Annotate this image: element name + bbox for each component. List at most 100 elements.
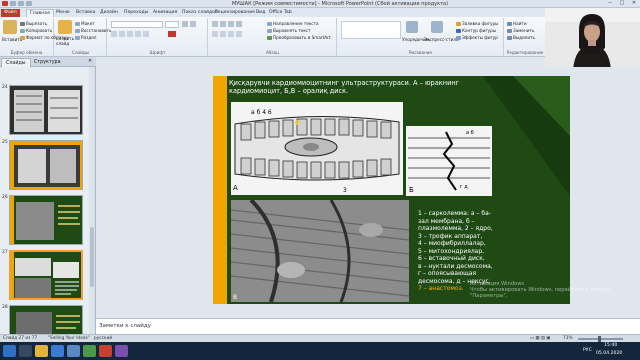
align-center-icon[interactable]: [220, 31, 226, 37]
start-icon[interactable]: [3, 345, 16, 357]
figure-v[interactable]: В: [231, 200, 409, 302]
tab-outline[interactable]: Структура: [30, 58, 65, 67]
copy-button[interactable]: Копировать: [20, 28, 52, 33]
replace-icon: [507, 29, 512, 33]
clock-time[interactable]: 15:40: [604, 343, 617, 348]
thumb-number: 28: [2, 305, 8, 310]
align-text-button[interactable]: Выровнять текст: [267, 28, 311, 33]
copy-icon: [20, 29, 25, 33]
watermark-line: "Параметры".: [470, 293, 508, 299]
app-icon[interactable]: [83, 345, 96, 357]
pane-tabs: Слайды Структура ✕: [0, 57, 96, 67]
select-button[interactable]: Выделить: [507, 35, 535, 40]
slide-thumbnail[interactable]: [9, 85, 83, 135]
tab-design[interactable]: Дизайн: [97, 9, 121, 17]
italic-icon[interactable]: [119, 31, 125, 37]
tab-file[interactable]: Файл: [1, 9, 20, 17]
quick-styles-button[interactable]: Экспресс-стили: [424, 37, 459, 42]
close-button[interactable]: ✕: [628, 0, 640, 6]
language-status[interactable]: русский: [94, 336, 112, 341]
align-right-icon[interactable]: [228, 31, 234, 37]
slide-thumbnail-pane: 24 25 26 27 28: [0, 67, 96, 334]
shapes-gallery[interactable]: [341, 21, 401, 39]
increase-indent-icon[interactable]: [236, 21, 242, 27]
shape-outline-button[interactable]: Контур фигуры: [456, 28, 496, 33]
notes-pane[interactable]: Заметки к слайду: [96, 318, 640, 334]
thumb-number: 25: [2, 140, 8, 145]
slide-thumbnail[interactable]: [9, 195, 83, 245]
maximize-button[interactable]: □: [616, 0, 628, 6]
bullets-icon[interactable]: [212, 21, 218, 27]
smartart-button[interactable]: Преобразовать в SmartArt: [267, 35, 331, 40]
minimize-button[interactable]: ─: [604, 0, 616, 6]
underline-icon[interactable]: [127, 31, 133, 37]
align-left-icon[interactable]: [212, 31, 218, 37]
input-language[interactable]: РУС: [583, 348, 592, 353]
shape-fill-button[interactable]: Заливка фигуры: [456, 21, 499, 26]
app-icon[interactable]: [115, 345, 128, 357]
tab-menu[interactable]: Меню: [53, 9, 73, 17]
figure-a-label: А: [233, 184, 238, 192]
tab-home[interactable]: Главная: [26, 9, 54, 17]
tab-animation[interactable]: Анимация: [150, 9, 180, 17]
paste-icon[interactable]: [3, 20, 17, 34]
clock-date[interactable]: 05.04.2020: [596, 351, 622, 356]
pane-scrollbar[interactable]: [89, 67, 95, 334]
slide-thumbnail[interactable]: [9, 305, 83, 334]
slide-thumbnail-selected[interactable]: [9, 250, 83, 300]
justify-icon[interactable]: [236, 31, 242, 37]
numbering-icon[interactable]: [220, 21, 226, 27]
layout-button[interactable]: Макет: [75, 21, 95, 26]
quick-styles-icon[interactable]: [431, 21, 443, 33]
strikethrough-icon[interactable]: [135, 31, 141, 37]
browser-icon[interactable]: [51, 345, 64, 357]
section-label: Раздел: [81, 35, 97, 40]
tab-office-tab[interactable]: Office Tab: [266, 9, 295, 17]
shape-effects-button[interactable]: Эффекты фигур: [456, 35, 498, 40]
copy-label: Копировать: [26, 28, 53, 33]
file-explorer-icon[interactable]: [35, 345, 48, 357]
legend-line: в – нуктали десмосома,: [418, 262, 493, 270]
zoom-level[interactable]: 71%: [563, 336, 573, 341]
shadow-icon[interactable]: [143, 31, 149, 37]
new-slide-icon[interactable]: [58, 20, 72, 34]
shrink-font-icon[interactable]: [190, 21, 196, 27]
replace-button[interactable]: Заменить: [507, 28, 534, 33]
status-bar: Слайд 27 из 77 "Selling Your Ideas" русс…: [0, 334, 640, 342]
theme-name: "Selling Your Ideas": [48, 336, 90, 341]
font-size-select[interactable]: [165, 21, 179, 28]
arrange-icon[interactable]: [406, 21, 418, 33]
reset-button[interactable]: Восстановить: [75, 28, 111, 33]
slide-thumbnail[interactable]: [9, 140, 83, 190]
view-buttons[interactable]: ▭ ▦ ▤ ▣: [530, 336, 550, 341]
find-button[interactable]: Найти: [507, 21, 527, 26]
slide-title[interactable]: Қисқарувчи кардиомиоцитнинг ультраструкт…: [229, 79, 484, 95]
app-icon[interactable]: [67, 345, 80, 357]
decrease-indent-icon[interactable]: [228, 21, 234, 27]
paragraph-label: Абзац: [265, 50, 280, 55]
bold-icon[interactable]: [111, 31, 117, 37]
text-direction-button[interactable]: Направление текста: [267, 21, 319, 26]
close-pane-icon[interactable]: ✕: [88, 58, 92, 64]
tab-slides[interactable]: Слайды: [1, 58, 31, 67]
undo-icon[interactable]: [18, 1, 24, 6]
font-family-select[interactable]: [111, 21, 163, 28]
section-button[interactable]: Раздел: [75, 35, 96, 40]
cut-button[interactable]: Вырезать: [20, 21, 47, 26]
pane-scroll-thumb[interactable]: [90, 227, 94, 287]
tab-transitions[interactable]: Переходы: [121, 9, 151, 17]
figure-a[interactable]: А а б 4 6 3: [231, 102, 403, 195]
figure-b[interactable]: Б а б г д: [406, 126, 492, 196]
search-icon[interactable]: [19, 345, 32, 357]
thumbnail-image: [11, 252, 81, 298]
slide-canvas[interactable]: Қисқарувчи кардиомиоцитнинг ультраструкт…: [213, 76, 570, 304]
new-slide-button[interactable]: Создать слайд: [56, 36, 76, 46]
tab-review[interactable]: Рецензирование: [212, 9, 258, 17]
save-icon[interactable]: [10, 1, 16, 6]
activation-watermark: Активация Windows Чтобы активировать Win…: [470, 281, 610, 299]
tab-insert[interactable]: Вставка: [73, 9, 98, 17]
powerpoint-taskbar-icon[interactable]: [99, 345, 112, 357]
font-color-icon[interactable]: [168, 31, 176, 37]
redo-icon[interactable]: [26, 1, 32, 6]
grow-font-icon[interactable]: [182, 21, 188, 27]
